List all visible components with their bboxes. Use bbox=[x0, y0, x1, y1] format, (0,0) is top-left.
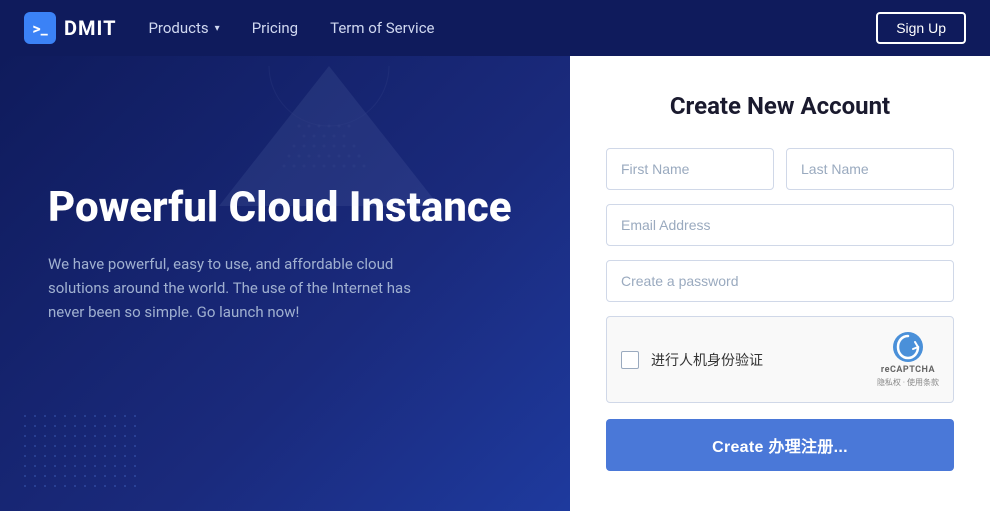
email-field-wrapper bbox=[606, 204, 954, 246]
captcha-checkbox[interactable] bbox=[621, 351, 639, 369]
password-input[interactable] bbox=[606, 260, 954, 302]
first-name-input[interactable] bbox=[606, 148, 774, 190]
hero-section: Powerful Cloud Instance We have powerful… bbox=[0, 56, 570, 511]
email-input[interactable] bbox=[606, 204, 954, 246]
last-name-input[interactable] bbox=[786, 148, 954, 190]
main-content: Powerful Cloud Instance We have powerful… bbox=[0, 56, 990, 511]
nav-products-label: Products bbox=[148, 19, 208, 37]
chevron-down-icon: ▾ bbox=[215, 23, 220, 34]
hero-subtitle: We have powerful, easy to use, and affor… bbox=[48, 252, 428, 324]
captcha-box[interactable]: 进行人机身份验证 reCAPTCHA 隐私权 · 使用条款 bbox=[606, 316, 954, 403]
create-account-button[interactable]: Create 办理注册... bbox=[606, 419, 954, 471]
sign-up-button[interactable]: Sign Up bbox=[876, 12, 966, 44]
captcha-left: 进行人机身份验证 bbox=[621, 350, 763, 370]
name-row bbox=[606, 148, 954, 190]
recaptcha-icon bbox=[892, 331, 924, 363]
dot-pattern-decoration bbox=[20, 411, 140, 491]
nav-item-pricing[interactable]: Pricing bbox=[252, 19, 298, 37]
logo-area[interactable]: >_ DMIT bbox=[24, 12, 116, 44]
nav-links: Products ▾ Pricing Term of Service bbox=[148, 19, 876, 37]
password-field-wrapper bbox=[606, 260, 954, 302]
nav-item-products[interactable]: Products ▾ bbox=[148, 19, 219, 37]
logo-text: DMIT bbox=[64, 16, 116, 40]
captcha-label: 进行人机身份验证 bbox=[651, 350, 763, 370]
navbar: >_ DMIT Products ▾ Pricing Term of Servi… bbox=[0, 0, 990, 56]
nav-tos-label: Term of Service bbox=[330, 19, 434, 37]
form-title: Create New Account bbox=[606, 92, 954, 120]
nav-item-tos[interactable]: Term of Service bbox=[330, 19, 434, 37]
hero-decoration-icon bbox=[219, 66, 439, 206]
recaptcha-links: 隐私权 · 使用条款 bbox=[877, 377, 939, 388]
captcha-right: reCAPTCHA 隐私权 · 使用条款 bbox=[877, 331, 939, 388]
logo-icon: >_ bbox=[24, 12, 56, 44]
nav-pricing-label: Pricing bbox=[252, 19, 298, 37]
recaptcha-label: reCAPTCHA bbox=[881, 365, 935, 375]
form-panel: Create New Account 进行人机身份验证 bbox=[570, 56, 990, 511]
